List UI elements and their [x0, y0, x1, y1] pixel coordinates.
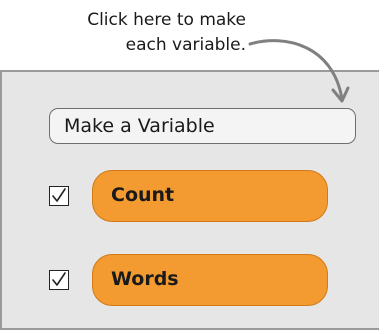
- variable-checkbox-count[interactable]: [49, 186, 69, 206]
- variable-row-words: Words: [49, 254, 329, 306]
- checkmark-icon: [52, 188, 66, 202]
- callout-line-1: Click here to make: [87, 10, 246, 30]
- variable-block-count[interactable]: Count: [92, 170, 328, 222]
- variable-row-count: Count: [49, 170, 329, 222]
- make-a-variable-button[interactable]: Make a Variable: [49, 108, 356, 144]
- callout-line-2: each variable.: [125, 35, 246, 55]
- callout-text: Click here to make each variable.: [40, 8, 246, 58]
- variable-checkbox-words[interactable]: [49, 270, 69, 290]
- checkmark-icon: [52, 272, 66, 286]
- variable-block-words[interactable]: Words: [92, 254, 328, 306]
